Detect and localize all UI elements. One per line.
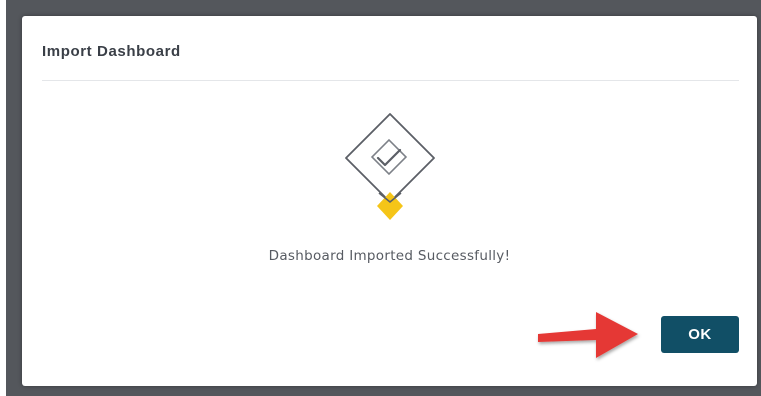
header-divider <box>42 80 739 81</box>
ok-button[interactable]: OK <box>661 316 739 353</box>
dialog-title: Import Dashboard <box>42 43 181 60</box>
success-message: Dashboard Imported Successfully! <box>268 248 511 264</box>
import-dashboard-dialog: Import Dashboard Dashboard Imported Succ… <box>22 16 757 386</box>
red-arrow-icon <box>538 312 638 358</box>
success-diamond-check-icon <box>345 113 435 220</box>
